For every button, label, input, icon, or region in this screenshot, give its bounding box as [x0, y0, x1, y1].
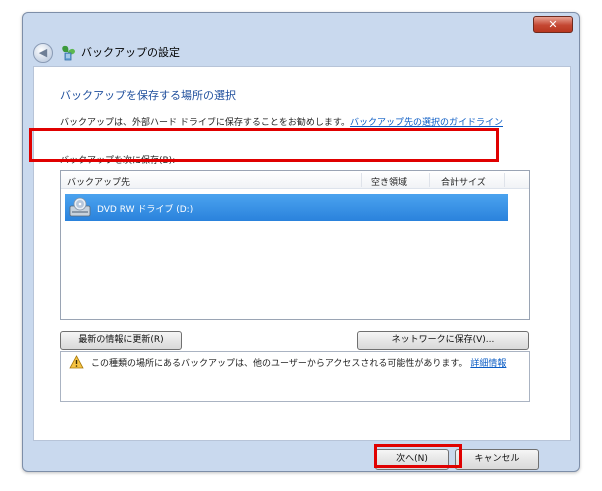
column-header-free-space[interactable]: 空き領域 [371, 175, 407, 188]
close-button[interactable]: ✕ [533, 16, 573, 33]
save-to-network-button[interactable]: ネットワークに保存(V)... [357, 331, 529, 350]
list-item-label: DVD RW ドライブ (D:) [97, 205, 194, 215]
dvd-drive-icon [69, 197, 91, 218]
guideline-link[interactable]: バックアップ先の選択のガイドライン [350, 118, 503, 128]
column-header-destination[interactable]: バックアップ先 [67, 175, 130, 188]
save-destination-label: バックアップを次に保存(B): [60, 156, 176, 166]
details-link[interactable]: 詳細情報 [470, 359, 506, 369]
cancel-button[interactable]: キャンセル [455, 449, 539, 470]
window-title: バックアップの設定 [81, 46, 180, 59]
description-text: バックアップは、外部ハード ドライブに保存することをお勧めします。 [60, 118, 350, 128]
warning-text: この種類の場所にあるバックアップは、他のユーザーからアクセスされる可能性がありま… [91, 359, 468, 369]
back-arrow-icon[interactable]: ◀ [33, 43, 53, 63]
column-divider [429, 173, 430, 187]
warning-icon [69, 355, 84, 369]
description: バックアップは、外部ハード ドライブに保存することをお勧めします。バックアップ先… [60, 115, 503, 128]
column-header-total-size[interactable]: 合計サイズ [441, 175, 486, 188]
list-item-dvd-drive[interactable]: DVD RW ドライブ (D:) [65, 194, 508, 221]
refresh-button[interactable]: 最新の情報に更新(R) [60, 331, 182, 350]
destination-list[interactable]: バックアップ先 空き領域 合計サイズ DVD RW ドライブ (D:) [60, 170, 530, 320]
content-panel: バックアップを保存する場所の選択 バックアップは、外部ハード ドライブに保存する… [33, 66, 571, 441]
next-button[interactable]: 次へ(N) [375, 449, 449, 470]
column-divider [361, 173, 362, 187]
column-divider [504, 173, 505, 187]
list-header: バックアップ先 空き領域 合計サイズ [61, 171, 529, 189]
warning-message: この種類の場所にあるバックアップは、他のユーザーからアクセスされる可能性がありま… [91, 356, 506, 369]
backup-app-icon [59, 43, 77, 63]
warning-box: この種類の場所にあるバックアップは、他のユーザーからアクセスされる可能性がありま… [60, 351, 530, 402]
page-heading: バックアップを保存する場所の選択 [60, 89, 236, 102]
backup-settings-window: ✕ ◀ バックアップの設定 バックアップを保存する場所の選択 バックアップは、外… [22, 12, 580, 472]
